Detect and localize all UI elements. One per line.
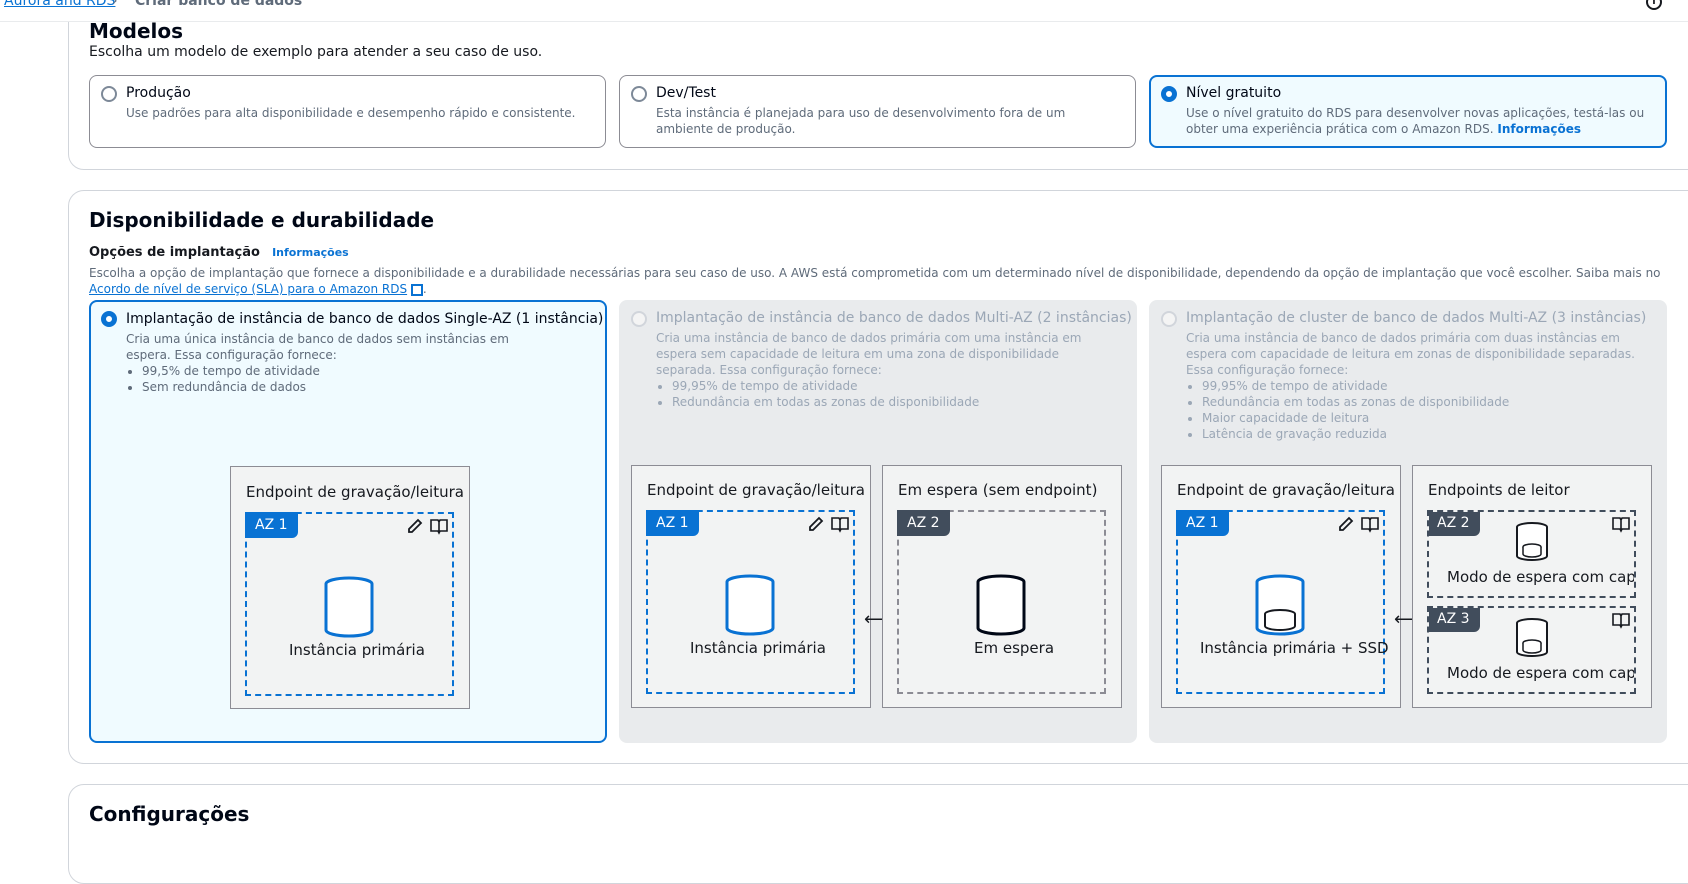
template-option-description: Use o nível gratuito do RDS para desenvo… [1186,105,1656,137]
radio-multi-az-instance[interactable] [631,311,647,327]
external-link-icon[interactable] [410,283,423,296]
standby-instance-label: Em espera [974,639,1055,657]
database-ssd-icon [1516,522,1548,561]
feature-item: Sem redundância de dados [142,379,320,395]
configurations-panel: Configurações [68,784,1688,884]
feature-item: Latência de gravação reduzida [1202,426,1509,442]
book-icon [1612,613,1630,629]
pencil-icon [809,516,824,531]
info-icon[interactable]: i [1646,0,1662,10]
diagram-reader-endpoints: Endpoints de leitor AZ 2 Modo de espera … [1412,465,1652,708]
template-option-description: Use padrões para alta disponibilidade e … [126,106,576,120]
feature-item: Redundância em todas as zonas de disponi… [1202,394,1509,410]
primary-instance-label: Instância primária [690,639,826,657]
template-option-nivel-gratuito[interactable]: Nível gratuito Use o nível gratuito do R… [1149,75,1667,148]
breadcrumb-link-aurora-rds[interactable]: Aurora and RDS [4,0,115,9]
primary-instance-label: Instância primária [289,641,425,659]
reader-endpoints-label: Endpoints de leitor [1428,481,1570,499]
diagram-standby-endpoint: Em espera (sem endpoint) AZ 2 Em espera [882,465,1122,708]
az-zone: AZ 1 Instância primária + SSD [1176,510,1389,694]
deployment-option-label: Implantação de cluster de banco de dados… [1186,310,1647,326]
standby-endpoint-label: Em espera (sem endpoint) [898,481,1098,499]
info-link[interactable]: Informações [1497,122,1581,136]
az-zone: AZ 2 Em espera [897,510,1106,694]
templates-title: Modelos [89,19,184,43]
diagram-rw-endpoint: Endpoint de gravação/leitura AZ 1 Instân… [230,466,470,709]
database-ssd-icon [1516,618,1548,657]
radio-devtest[interactable] [631,86,647,102]
deployment-option-description: Cria uma única instância de banco de dad… [126,332,509,362]
book-icon [831,517,849,533]
deployment-description-text: Escolha a opção de implantação que forne… [89,266,1661,280]
deployment-description: Escolha a opção de implantação que forne… [89,266,1661,296]
templates-panel: Modelos Escolha um modelo de exemplo par… [68,0,1688,170]
readable-standby-label: Modo de espera com capacidade de leitura [1447,664,1636,682]
feature-item: 99,5% de tempo de atividade [142,363,320,379]
pencil-icon [408,518,423,533]
database-icon [976,574,1026,636]
template-option-description: Esta instância é planejada para uso de d… [656,106,1066,136]
rw-endpoint-label: Endpoint de gravação/leitura [647,481,865,499]
availability-panel: Disponibilidade e durabilidade Opções de… [68,190,1688,764]
template-option-label: Nível gratuito [1186,85,1282,101]
radio-nivel-gratuito[interactable] [1161,86,1177,102]
radio-producao[interactable] [101,86,117,102]
az-badge: AZ 2 [1429,512,1480,536]
diagram-rw-endpoint: Endpoint de gravação/leitura AZ 1 Instân… [1161,465,1401,708]
deployment-option-multi-az-instance[interactable]: Implantação de instância de banco de dad… [619,300,1137,743]
deployment-options-header: Opções de implantação Informações [89,245,349,260]
az-badge: AZ 1 [245,512,298,538]
deployment-option-description: Cria uma instância de banco de dados pri… [656,331,1082,377]
az-badge: AZ 1 [646,510,699,536]
diagram-rw-endpoint: Endpoint de gravação/leitura AZ 1 Instân… [631,465,871,708]
database-icon [725,574,775,636]
az-badge: AZ 3 [1429,608,1480,632]
deployment-features: 99,95% de tempo de atividade Redundância… [656,378,979,410]
deployment-option-multi-az-cluster[interactable]: Implantação de cluster de banco de dados… [1149,300,1667,743]
radio-multi-az-cluster[interactable] [1161,311,1177,327]
rw-endpoint-label: Endpoint de gravação/leitura [246,483,464,501]
book-icon [1361,517,1379,533]
deployment-option-description: Cria uma instância de banco de dados pri… [1186,331,1635,377]
breadcrumb-separator-icon: › [112,0,118,9]
templates-description: Escolha um modelo de exemplo para atende… [89,44,543,60]
sla-link[interactable]: Acordo de nível de serviço (SLA) para o … [89,282,407,296]
deployment-features: 99,5% de tempo de atividade Sem redundân… [126,363,320,395]
az-zone: AZ 1 Instância primária [646,510,855,694]
template-option-devtest[interactable]: Dev/Test Esta instância é planejada para… [619,75,1136,148]
deployment-option-single-az[interactable]: Implantação de instância de banco de dad… [89,300,607,743]
deployment-features: 99,95% de tempo de atividade Redundância… [1186,378,1509,442]
az-badge: AZ 2 [897,510,950,536]
feature-item: 99,95% de tempo de atividade [1202,378,1509,394]
configurations-title: Configurações [89,802,250,826]
primary-ssd-label: Instância primária + SSD [1200,639,1389,657]
deployment-option-label: Implantação de instância de banco de dad… [126,311,604,327]
radio-single-az[interactable] [101,311,117,327]
template-option-label: Dev/Test [656,85,716,101]
rw-endpoint-label: Endpoint de gravação/leitura [1177,481,1395,499]
az-badge: AZ 1 [1176,510,1229,536]
template-option-producao[interactable]: Produção Use padrões para alta disponibi… [89,75,606,148]
deployment-options-label: Opções de implantação [89,245,260,260]
database-ssd-icon [1255,574,1305,636]
availability-title: Disponibilidade e durabilidade [89,208,435,232]
info-link[interactable]: Informações [272,246,349,259]
az-zone: AZ 1 Instância primária [245,512,454,696]
deployment-option-label: Implantação de instância de banco de dad… [656,310,1132,326]
pencil-icon [1339,516,1354,531]
book-icon [1612,517,1630,533]
book-icon [430,519,448,535]
breadcrumb-current: Criar banco de dados [135,0,303,9]
breadcrumb: Aurora and RDS › Criar banco de dados i [0,0,1688,22]
readable-standby-label: Modo de espera com capacidade de leitura [1447,568,1636,586]
feature-item: Redundância em todas as zonas de disponi… [672,394,979,410]
feature-item: Maior capacidade de leitura [1202,410,1509,426]
database-icon [324,576,374,638]
feature-item: 99,95% de tempo de atividade [672,378,979,394]
template-option-label: Produção [126,85,191,101]
az-zone: AZ 2 Modo de espera com capacidade de le… [1427,510,1636,598]
az-zone: AZ 3 Modo de espera com capacidade de le… [1427,606,1636,694]
